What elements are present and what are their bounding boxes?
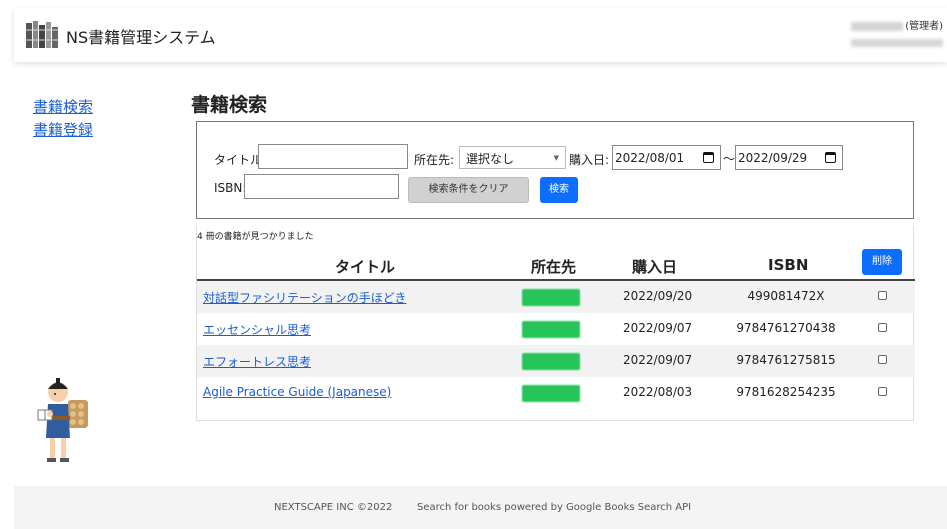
sidebar-item-book-search[interactable]: 書籍検索 xyxy=(33,96,93,119)
calendar-icon[interactable] xyxy=(825,152,836,163)
purchase-date-cell: 2022/08/03 xyxy=(623,385,693,399)
date-to-input[interactable]: 2022/09/29 xyxy=(735,145,843,170)
location-badge-redacted xyxy=(522,321,580,338)
table-row: 対話型ファシリテーションの手ほどき 2022/09/20 499081472X xyxy=(197,281,915,313)
chevron-down-icon: ▼ xyxy=(553,154,559,162)
user-email-redacted xyxy=(851,39,943,47)
row-select-checkbox[interactable] xyxy=(878,323,887,332)
book-title-link[interactable]: 対話型ファシリテーションの手ほどき xyxy=(203,289,406,306)
isbn-label: ISBN: xyxy=(214,181,247,195)
date-range-separator: ～ xyxy=(723,152,736,166)
location-label: 所在先: xyxy=(414,153,455,167)
page-title: 書籍検索 xyxy=(191,94,268,116)
table-row: Agile Practice Guide (Japanese) 2022/08/… xyxy=(197,377,915,409)
isbn-cell: 499081472X xyxy=(747,289,825,303)
location-badge-redacted xyxy=(522,289,580,306)
delete-button[interactable]: 削除 xyxy=(862,249,902,275)
location-select[interactable]: 選択なし ▼ xyxy=(459,146,566,169)
page-footer: NEXTSCAPE INC ©2022 Search for books pow… xyxy=(14,486,947,529)
title-input[interactable] xyxy=(258,144,408,169)
app-title[interactable]: NS書籍管理システム xyxy=(66,24,216,48)
column-header-location: 所在先 xyxy=(531,258,577,276)
row-select-checkbox[interactable] xyxy=(878,291,887,300)
user-info[interactable]: (管理者) xyxy=(851,17,943,47)
user-role: (管理者) xyxy=(905,21,943,32)
search-form: タイトル: 所在先: 選択なし ▼ 購入日: 2022/08/01 ～ 2022… xyxy=(196,121,914,219)
location-selected-value: 選択なし xyxy=(466,152,515,166)
purchase-date-label: 購入日: xyxy=(569,153,610,167)
isbn-input[interactable] xyxy=(244,174,399,199)
results-table: 4 冊の書籍が見つかりました タイトル 所在先 購入日 ISBN 削除 対話型フ… xyxy=(196,226,915,421)
column-header-purchase-date: 購入日 xyxy=(632,258,678,276)
footer-powered-by: Search for books powered by Google Books… xyxy=(417,502,692,513)
table-row: エフォートレス思考 2022/09/07 9784761275815 xyxy=(197,345,915,377)
date-from-input[interactable]: 2022/08/01 xyxy=(612,145,721,170)
isbn-cell: 9784761270438 xyxy=(736,321,836,335)
row-select-checkbox[interactable] xyxy=(878,387,887,396)
book-title-link[interactable]: エフォートレス思考 xyxy=(203,353,311,370)
row-select-checkbox[interactable] xyxy=(878,355,887,364)
book-title-link[interactable]: Agile Practice Guide (Japanese) xyxy=(203,385,391,399)
user-name-redacted xyxy=(851,21,904,31)
location-badge-redacted xyxy=(522,385,580,402)
search-button[interactable]: 検索 xyxy=(540,177,578,203)
column-header-title: タイトル xyxy=(335,258,396,276)
isbn-cell: 9784761275815 xyxy=(736,353,836,367)
sidebar-item-book-register[interactable]: 書籍登録 xyxy=(33,119,93,142)
purchase-date-cell: 2022/09/07 xyxy=(623,353,693,367)
date-from-value: 2022/08/01 xyxy=(615,151,685,165)
stacked-books-logo-icon[interactable] xyxy=(24,20,60,50)
sidebar-nav: 書籍検索 書籍登録 xyxy=(33,96,93,142)
purchase-date-cell: 2022/09/07 xyxy=(623,321,693,335)
clear-conditions-button[interactable]: 検索条件をクリア xyxy=(408,177,529,203)
app-header: NS書籍管理システム (管理者) xyxy=(14,8,947,62)
location-badge-redacted xyxy=(522,353,580,370)
result-count: 4 冊の書籍が見つかりました xyxy=(197,232,314,242)
footer-copyright: NEXTSCAPE INC ©2022 xyxy=(274,502,393,513)
table-row: エッセンシャル思考 2022/09/07 9784761270438 xyxy=(197,313,915,345)
column-header-isbn: ISBN xyxy=(768,256,809,274)
date-to-value: 2022/09/29 xyxy=(738,151,808,165)
book-title-link[interactable]: エッセンシャル思考 xyxy=(203,321,311,338)
mascot-illustration xyxy=(37,378,88,462)
calendar-icon[interactable] xyxy=(703,152,714,163)
purchase-date-cell: 2022/09/20 xyxy=(623,289,693,303)
isbn-cell: 9781628254235 xyxy=(736,385,836,399)
